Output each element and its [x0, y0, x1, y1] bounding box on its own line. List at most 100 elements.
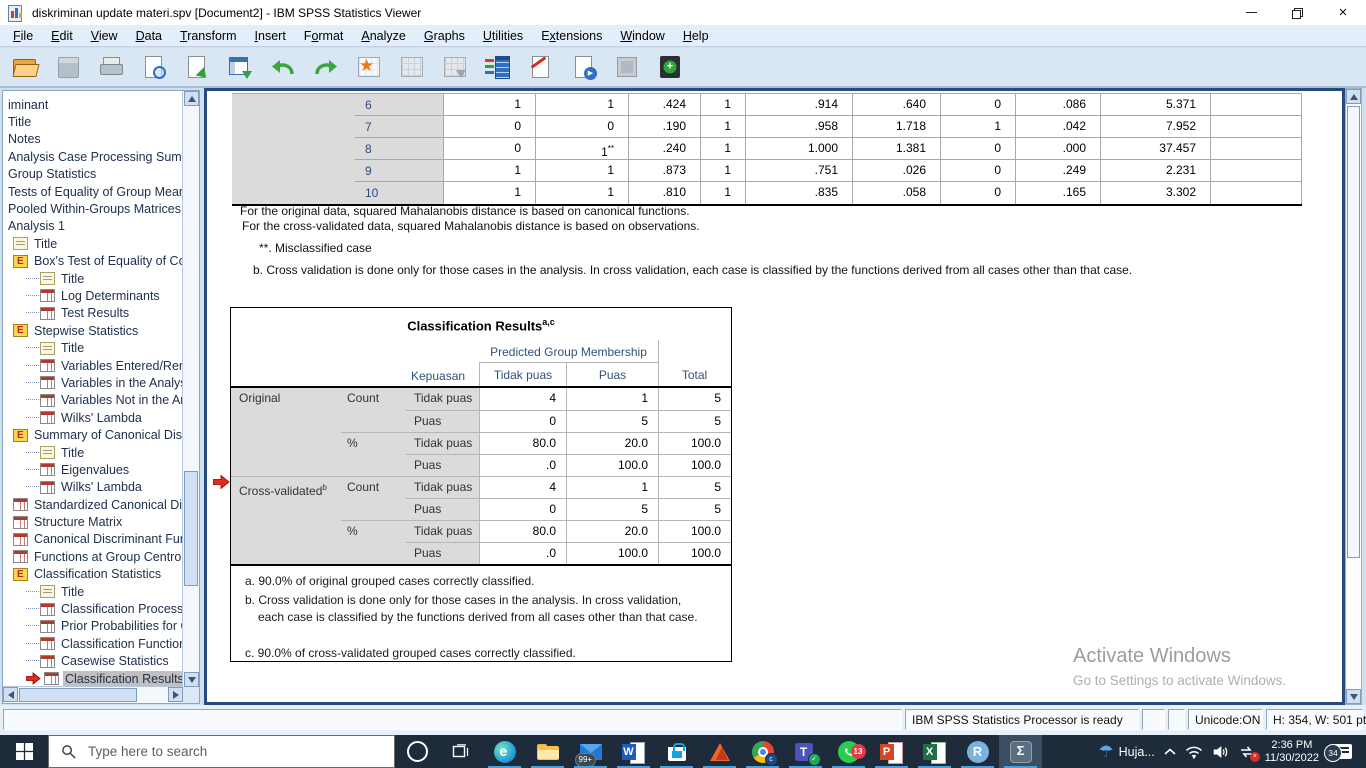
scroll-down-button[interactable]: [1346, 689, 1361, 704]
sidebar-item-title[interactable]: Title: [4, 235, 183, 252]
scroll-right-button[interactable]: [168, 687, 183, 702]
menu-view[interactable]: View: [82, 27, 127, 45]
sidebar-item-stepwise-statistics[interactable]: Stepwise Statistics: [4, 322, 183, 339]
sidebar-item-group-statistics[interactable]: Group Statistics: [4, 166, 183, 183]
classification-results-table[interactable]: Classification Resultsa,c Predicted Grou…: [230, 307, 732, 662]
sidebar-item-classification-function-c[interactable]: Classification Function C: [4, 635, 183, 652]
sidebar-item-title[interactable]: Title: [4, 583, 183, 600]
export-output-icon[interactable]: [178, 50, 216, 85]
edit-script-icon[interactable]: [522, 50, 560, 85]
sidebar-item-tests-of-equality-of-group-means[interactable]: Tests of Equality of Group Means: [4, 183, 183, 200]
sidebar-item-summary-of-canonical-discri[interactable]: Summary of Canonical Discri: [4, 426, 183, 443]
menu-utilities[interactable]: Utilities: [474, 27, 532, 45]
undo-icon[interactable]: [264, 50, 302, 85]
task-view-button[interactable]: [439, 735, 483, 768]
taskbar-chrome-icon[interactable]: c: [741, 735, 784, 768]
goto-case-icon[interactable]: ★: [350, 50, 388, 85]
sidebar-item-standardized-canonical-disc[interactable]: Standardized Canonical Disc: [4, 496, 183, 513]
sidebar-item-prior-probabilities-for-gro[interactable]: Prior Probabilities for Gro: [4, 618, 183, 635]
weather-widget[interactable]: ☂ Huja...: [1098, 743, 1154, 760]
scroll-down-button[interactable]: [184, 672, 199, 687]
sidebar-item-title[interactable]: Title: [4, 270, 183, 287]
restore-button[interactable]: [1274, 0, 1320, 25]
print-icon[interactable]: [92, 50, 130, 85]
run-output-icon[interactable]: ▶: [565, 50, 603, 85]
sidebar-item-casewise-statistics[interactable]: Casewise Statistics: [4, 653, 183, 670]
sidebar-item-notes[interactable]: Notes: [4, 131, 183, 148]
show-hidden-icons-button[interactable]: [1164, 748, 1176, 756]
vscroll-thumb[interactable]: [184, 471, 198, 586]
sidebar-item-title[interactable]: Title: [4, 339, 183, 356]
sidebar-item-analysis-case-processing-summ[interactable]: Analysis Case Processing Summ: [4, 148, 183, 165]
sidebar-item-title[interactable]: Title: [4, 444, 183, 461]
taskbar-edge-icon[interactable]: e: [483, 735, 526, 768]
taskbar-whatsapp-icon[interactable]: 13: [827, 735, 870, 768]
menu-transform[interactable]: Transform: [171, 27, 246, 45]
scroll-up-button[interactable]: [184, 91, 199, 106]
start-button[interactable]: [0, 735, 48, 768]
sidebar-item-iminant[interactable]: iminant: [4, 96, 183, 113]
menu-file[interactable]: File: [4, 27, 42, 45]
sidebar-item-variables-entered-remo[interactable]: Variables Entered/Remo: [4, 357, 183, 374]
minimize-button[interactable]: [1228, 0, 1274, 25]
redo-icon[interactable]: [307, 50, 345, 85]
volume-indicator[interactable]: [1212, 745, 1229, 759]
sidebar-item-variables-not-in-the-anal[interactable]: Variables Not in the Anal: [4, 392, 183, 409]
menu-data[interactable]: Data: [127, 27, 171, 45]
menu-analyze[interactable]: Analyze: [352, 27, 414, 45]
sidebar-item-classification-processin[interactable]: Classification Processin: [4, 600, 183, 617]
sidebar-item-classification-statistics[interactable]: Classification Statistics: [4, 566, 183, 583]
sidebar-item-canonical-discriminant-func[interactable]: Canonical Discriminant Func: [4, 531, 183, 548]
taskbar-spss-icon[interactable]: Σ: [999, 735, 1042, 768]
taskbar-mail-icon[interactable]: 99+: [569, 735, 612, 768]
menu-format[interactable]: Format: [295, 27, 353, 45]
sidebar-item-functions-at-group-centroids[interactable]: Functions at Group Centroids: [4, 548, 183, 565]
sidebar-item-structure-matrix[interactable]: Structure Matrix: [4, 513, 183, 530]
casewise-statistics-table[interactable]: 611.4241.914.6400.0865.371700.1901.9581.…: [232, 93, 1302, 206]
taskbar-file-explorer-icon[interactable]: [526, 735, 569, 768]
taskbar-search[interactable]: [48, 735, 395, 768]
taskbar-excel-icon[interactable]: X: [913, 735, 956, 768]
sidebar-item-wilks-lambda[interactable]: Wilks' Lambda: [4, 479, 183, 496]
recall-dialogs-icon[interactable]: [221, 50, 259, 85]
taskbar-store-icon[interactable]: [655, 735, 698, 768]
sidebar-item-wilks-lambda[interactable]: Wilks' Lambda: [4, 409, 183, 426]
menu-insert[interactable]: Insert: [246, 27, 295, 45]
scroll-up-button[interactable]: [1346, 89, 1361, 104]
taskbar-matlab-icon[interactable]: [698, 735, 741, 768]
sync-error-indicator[interactable]: ×: [1238, 745, 1256, 759]
print-preview-icon[interactable]: [135, 50, 173, 85]
menu-edit[interactable]: Edit: [42, 27, 82, 45]
vscroll-thumb[interactable]: [1347, 106, 1360, 558]
menu-extensions[interactable]: Extensions: [532, 27, 611, 45]
taskbar-teams-icon[interactable]: T✓: [784, 735, 827, 768]
sidebar-hscrollbar[interactable]: [3, 686, 183, 703]
menu-graphs[interactable]: Graphs: [415, 27, 474, 45]
sidebar-item-log-determinants[interactable]: Log Determinants: [4, 287, 183, 304]
scroll-left-button[interactable]: [3, 687, 18, 702]
taskbar-word-icon[interactable]: W: [612, 735, 655, 768]
sidebar-item-test-results[interactable]: Test Results: [4, 305, 183, 322]
close-button[interactable]: ×: [1320, 0, 1366, 25]
sidebar-item-pooled-within-groups-matrices[interactable]: Pooled Within-Groups Matrices: [4, 200, 183, 217]
taskbar-r-icon[interactable]: R: [956, 735, 999, 768]
menu-window[interactable]: Window: [611, 27, 673, 45]
sidebar-item-analysis-1[interactable]: Analysis 1: [4, 218, 183, 235]
content-vscrollbar[interactable]: [1345, 88, 1362, 705]
taskbar-clock[interactable]: 2:36 PM 11/30/2022: [1265, 739, 1319, 764]
cortana-button[interactable]: [395, 735, 439, 768]
notification-center-button[interactable]: 34: [1334, 744, 1352, 759]
wifi-indicator[interactable]: [1185, 745, 1203, 759]
sidebar-item-title[interactable]: Title: [4, 113, 183, 130]
open-output-icon[interactable]: [6, 50, 44, 85]
variables-icon[interactable]: [479, 50, 517, 85]
sidebar-item-classification-results[interactable]: Classification Results: [4, 670, 183, 687]
show-hide-icon[interactable]: +: [651, 50, 689, 85]
taskbar-powerpoint-icon[interactable]: P: [870, 735, 913, 768]
menu-help[interactable]: Help: [674, 27, 718, 45]
hscroll-thumb[interactable]: [19, 688, 137, 702]
sidebar-vscrollbar[interactable]: [182, 91, 199, 687]
search-input[interactable]: [86, 743, 360, 760]
sidebar-item-box-s-test-of-equality-of-cova[interactable]: Box's Test of Equality of Cova: [4, 253, 183, 270]
sidebar-item-variables-in-the-analysis[interactable]: Variables in the Analysis: [4, 374, 183, 391]
